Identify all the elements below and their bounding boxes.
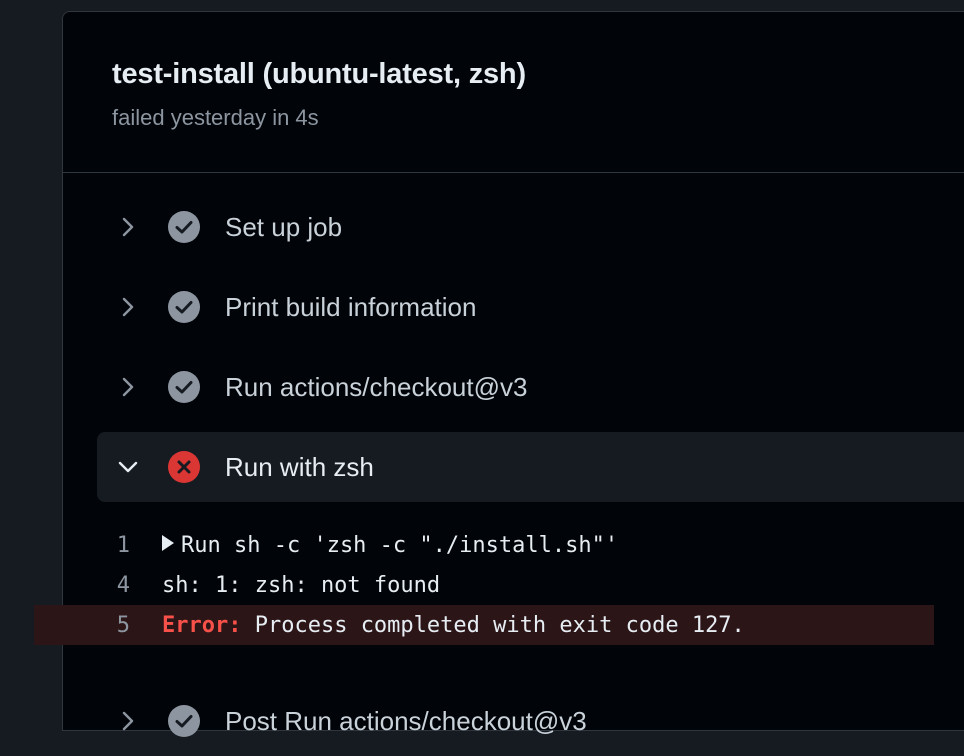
job-status: failed yesterday in 4s — [112, 105, 319, 130]
step-label: Print build information — [225, 292, 477, 322]
line-number[interactable]: 4 — [34, 573, 130, 598]
log-text-wrapper: Error: Process completed with exit code … — [162, 613, 745, 638]
error-prefix: Error: — [162, 613, 242, 638]
step-post-run-actions-checkout[interactable]: Post Run actions/checkout@v3 — [97, 686, 964, 756]
log-line-error: 5 Error: Process completed with exit cod… — [34, 605, 934, 645]
line-number[interactable]: 5 — [34, 613, 130, 638]
log-line[interactable]: 1 Run sh -c 'zsh -c "./install.sh"' — [34, 525, 934, 565]
log-text: sh: 1: zsh: not found — [162, 573, 441, 598]
check-circle-icon — [168, 211, 200, 243]
chevron-right-icon — [122, 217, 134, 237]
job-title: test-install (ubuntu-latest, zsh) — [112, 58, 526, 90]
step-label: Post Run actions/checkout@v3 — [225, 706, 587, 736]
log-text: Process completed with exit code 127. — [241, 613, 745, 638]
job-header: test-install (ubuntu-latest, zsh) failed… — [63, 12, 964, 173]
check-circle-icon — [168, 291, 200, 323]
log-group-toggle[interactable]: Run sh -c 'zsh -c "./install.sh"' — [162, 533, 618, 558]
step-set-up-job[interactable]: Set up job — [97, 192, 964, 262]
line-number[interactable]: 1 — [34, 533, 130, 558]
check-circle-icon — [168, 705, 200, 737]
log-line: 4 sh: 1: zsh: not found — [34, 565, 934, 605]
step-print-build-information[interactable]: Print build information — [97, 272, 964, 342]
step-label: Run actions/checkout@v3 — [225, 372, 528, 402]
x-circle-icon — [168, 451, 200, 483]
log-text: Run sh -c 'zsh -c "./install.sh"' — [181, 533, 619, 558]
chevron-right-icon — [122, 297, 134, 317]
chevron-right-icon — [122, 377, 134, 397]
step-run-actions-checkout[interactable]: Run actions/checkout@v3 — [97, 352, 964, 422]
step-label: Set up job — [225, 212, 343, 242]
step-label: Run with zsh — [225, 452, 374, 482]
check-circle-icon — [168, 371, 200, 403]
chevron-right-icon — [122, 711, 134, 731]
step-run-with-zsh[interactable]: Run with zsh — [97, 432, 964, 502]
chevron-down-icon — [118, 461, 138, 473]
triangle-right-icon — [162, 535, 174, 551]
